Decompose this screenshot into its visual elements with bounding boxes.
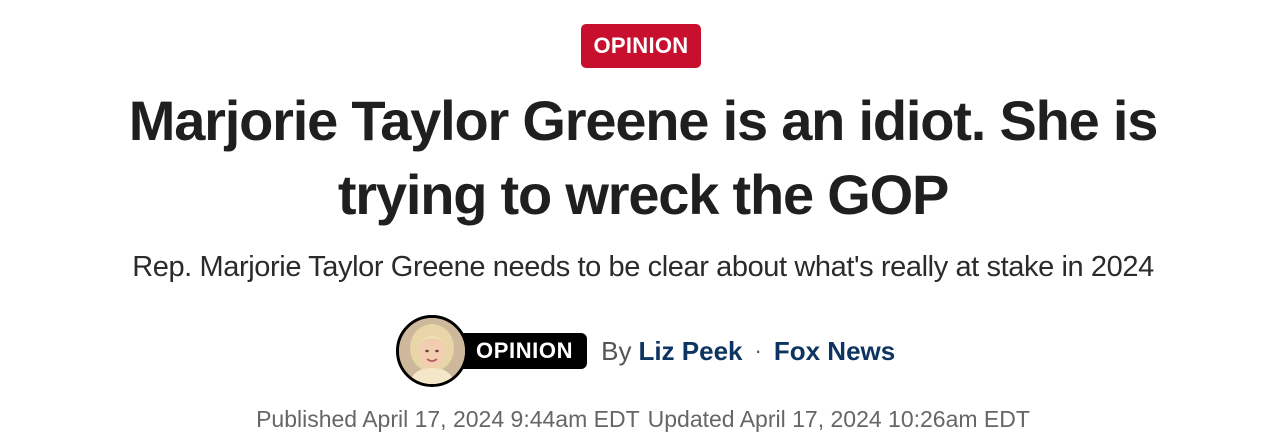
author-photo-icon bbox=[399, 318, 465, 384]
outlet-link[interactable]: Fox News bbox=[774, 336, 895, 367]
opinion-label[interactable]: OPINION bbox=[581, 24, 701, 68]
updated-date: Updated April 17, 2024 10:26am EDT bbox=[647, 406, 1030, 432]
byline-by-label: By bbox=[601, 335, 632, 366]
byline-separator: · bbox=[754, 338, 762, 363]
article-header: OPINION Marjorie Taylor Greene is an idi… bbox=[0, 0, 1286, 446]
author-avatar[interactable] bbox=[396, 315, 468, 387]
article-timestamps: Published April 17, 2024 9:44am EDT Updat… bbox=[40, 402, 1246, 436]
article-headline: Marjorie Taylor Greene is an idiot. She … bbox=[128, 89, 1159, 226]
published-date: Published April 17, 2024 9:44am EDT bbox=[256, 406, 640, 432]
byline: OPINION By Liz Peek · Fox News bbox=[396, 315, 895, 387]
author-link[interactable]: Liz Peek bbox=[638, 336, 742, 367]
opinion-badge[interactable]: OPINION bbox=[458, 333, 588, 369]
article-subheadline: Rep. Marjorie Taylor Greene needs to be … bbox=[132, 251, 1154, 283]
